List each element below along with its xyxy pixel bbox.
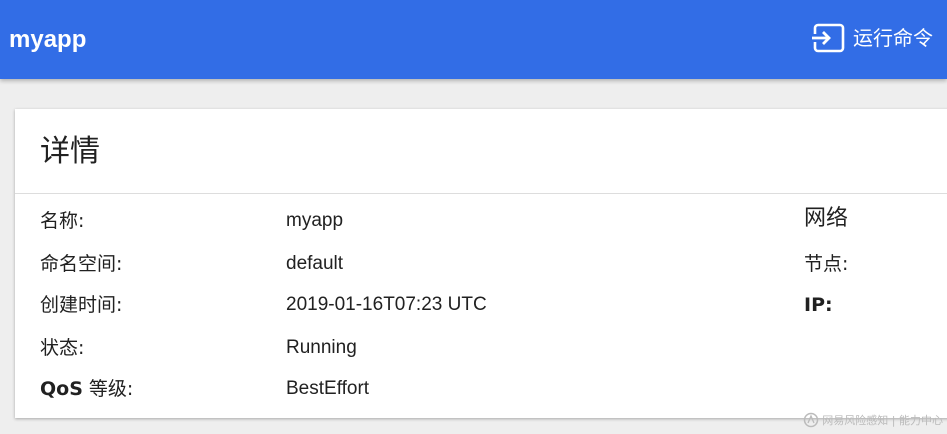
node-label: 节点: xyxy=(804,253,849,275)
qos-class-value: BestEffort xyxy=(286,378,370,399)
watermark-text: 网易风险感知 | 能力中心 xyxy=(822,414,943,427)
qos-label-prefix: QoS xyxy=(40,378,83,400)
creation-time-value: 2019-01-16T07:23 UTC xyxy=(286,294,487,315)
name-value: myapp xyxy=(286,210,344,231)
watermark-logo-icon xyxy=(803,412,819,428)
status-label: 状态: xyxy=(40,337,85,359)
details-card-header: 详情 xyxy=(15,109,947,194)
app-title: myapp xyxy=(9,26,87,53)
details-title: 详情 xyxy=(40,134,100,169)
exec-command-button[interactable]: 运行命令 xyxy=(812,20,933,56)
namespace-value: default xyxy=(286,253,344,274)
top-app-bar: myapp 运行命令 xyxy=(0,0,947,79)
creation-time-label: 创建时间: xyxy=(40,294,123,316)
qos-label-suffix: 等级: xyxy=(82,378,134,400)
exec-icon xyxy=(812,23,846,53)
status-value: Running xyxy=(286,337,357,358)
watermark: 网易风险感知 | 能力中心 xyxy=(803,412,943,428)
qos-class-label: QoS 等级: xyxy=(40,377,133,401)
ip-label: IP: xyxy=(804,294,833,316)
name-label: 名称: xyxy=(40,210,85,232)
exec-command-label: 运行命令 xyxy=(853,26,933,50)
details-card: 详情 名称: myapp 命名空间: default 创建时间: 2019-01… xyxy=(15,109,947,418)
network-heading: 网络 xyxy=(804,206,849,231)
namespace-label: 命名空间: xyxy=(40,253,123,275)
